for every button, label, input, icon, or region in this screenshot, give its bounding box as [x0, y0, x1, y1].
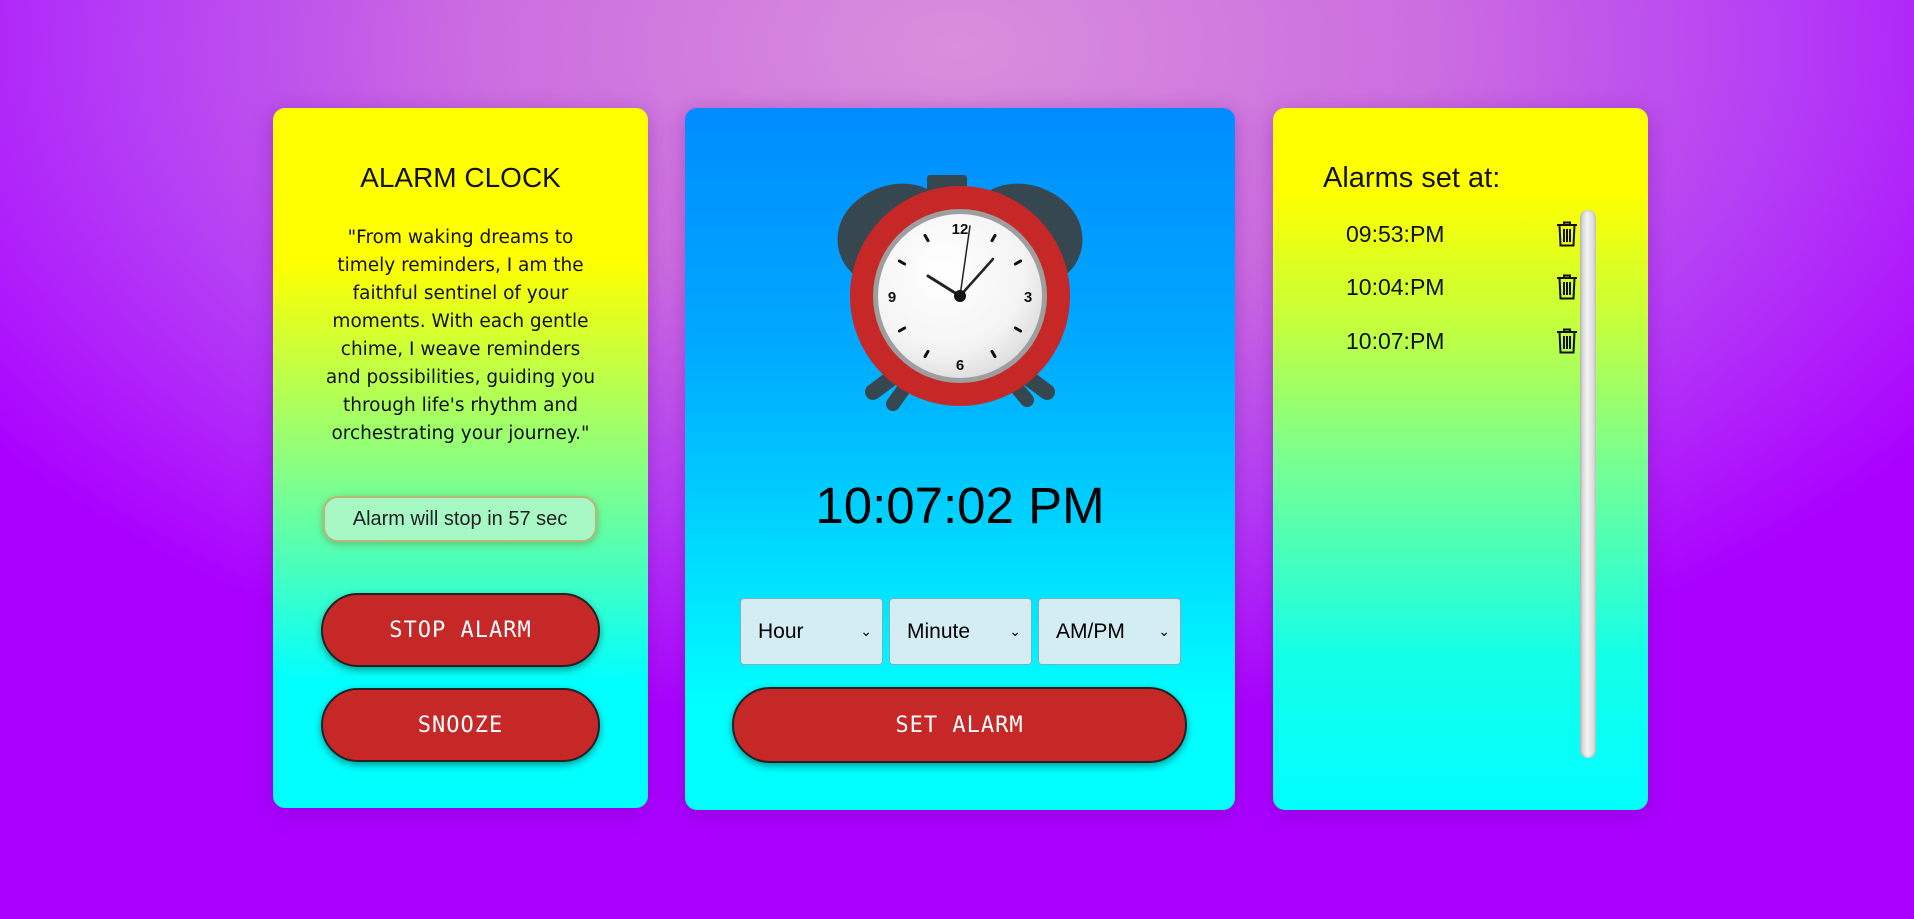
ampm-select-value: AM/PM	[1056, 619, 1125, 643]
chevron-down-icon: ⌄	[1009, 623, 1021, 639]
chevron-down-icon: ⌄	[860, 623, 872, 639]
chevron-down-icon: ⌄	[1158, 623, 1170, 639]
app-title: ALARM CLOCK	[360, 162, 561, 193]
ampm-select[interactable]: AM/PM ⌄	[1038, 598, 1181, 665]
stop-alarm-button[interactable]: STOP ALARM	[321, 593, 600, 667]
set-alarm-button[interactable]: SET ALARM	[732, 687, 1187, 763]
alarm-countdown-badge: Alarm will stop in 57 sec	[323, 496, 597, 542]
clock-panel: 12 3 6 9 10:07:02 PM Hour ⌄ Minute ⌄ AM/…	[685, 108, 1235, 810]
quote-line: moments. With each gentle	[332, 311, 589, 332]
clock-number-6: 6	[956, 357, 964, 374]
clock-number-12: 12	[952, 221, 969, 238]
info-panel: ALARM CLOCK "From waking dreams to timel…	[273, 108, 648, 808]
quote-line: faithful sentinel of your	[352, 283, 569, 304]
trash-icon[interactable]	[1556, 274, 1578, 300]
alarm-list-item: 09:53:PM	[1346, 214, 1578, 254]
minute-select[interactable]: Minute ⌄	[889, 598, 1032, 665]
current-time: 10:07:02 PM	[815, 477, 1105, 534]
snooze-button[interactable]: SNOOZE	[321, 688, 600, 762]
trash-icon[interactable]	[1556, 221, 1578, 247]
alarm-time: 10:04:PM	[1346, 273, 1445, 300]
trash-icon[interactable]	[1556, 328, 1578, 354]
alarm-list-item: 10:04:PM	[1346, 267, 1578, 307]
alarm-clock-illustration: 12 3 6 9	[837, 175, 1083, 411]
alarms-scrollbar[interactable]	[1580, 210, 1596, 758]
alarm-time: 10:07:PM	[1346, 327, 1445, 354]
minute-select-value: Minute	[907, 619, 971, 643]
hand-pivot	[954, 290, 966, 302]
quote-line: through life's rhythm and	[343, 395, 578, 416]
alarm-list-item: 10:07:PM	[1346, 321, 1578, 361]
alarms-list-panel: Alarms set at: 09:53:PM 10:04:PM 10:07:P…	[1273, 108, 1648, 810]
quote-text: "From waking dreams to timely reminders,…	[323, 224, 598, 448]
quote-line: and possibilities, guiding you	[325, 367, 596, 388]
clock-number-3: 3	[1024, 289, 1032, 306]
clock-number-9: 9	[888, 289, 896, 306]
alarms-list-title: Alarms set at:	[1323, 162, 1501, 194]
alarm-time: 09:53:PM	[1346, 220, 1445, 247]
quote-line: orchestrating your journey."	[331, 423, 590, 444]
quote-line: chime, I weave reminders	[340, 339, 581, 360]
hour-select-value: Hour	[758, 619, 804, 643]
hour-select[interactable]: Hour ⌄	[740, 598, 883, 665]
quote-line: timely reminders, I am the	[337, 255, 584, 276]
quote-line: "From waking dreams to	[347, 227, 574, 248]
